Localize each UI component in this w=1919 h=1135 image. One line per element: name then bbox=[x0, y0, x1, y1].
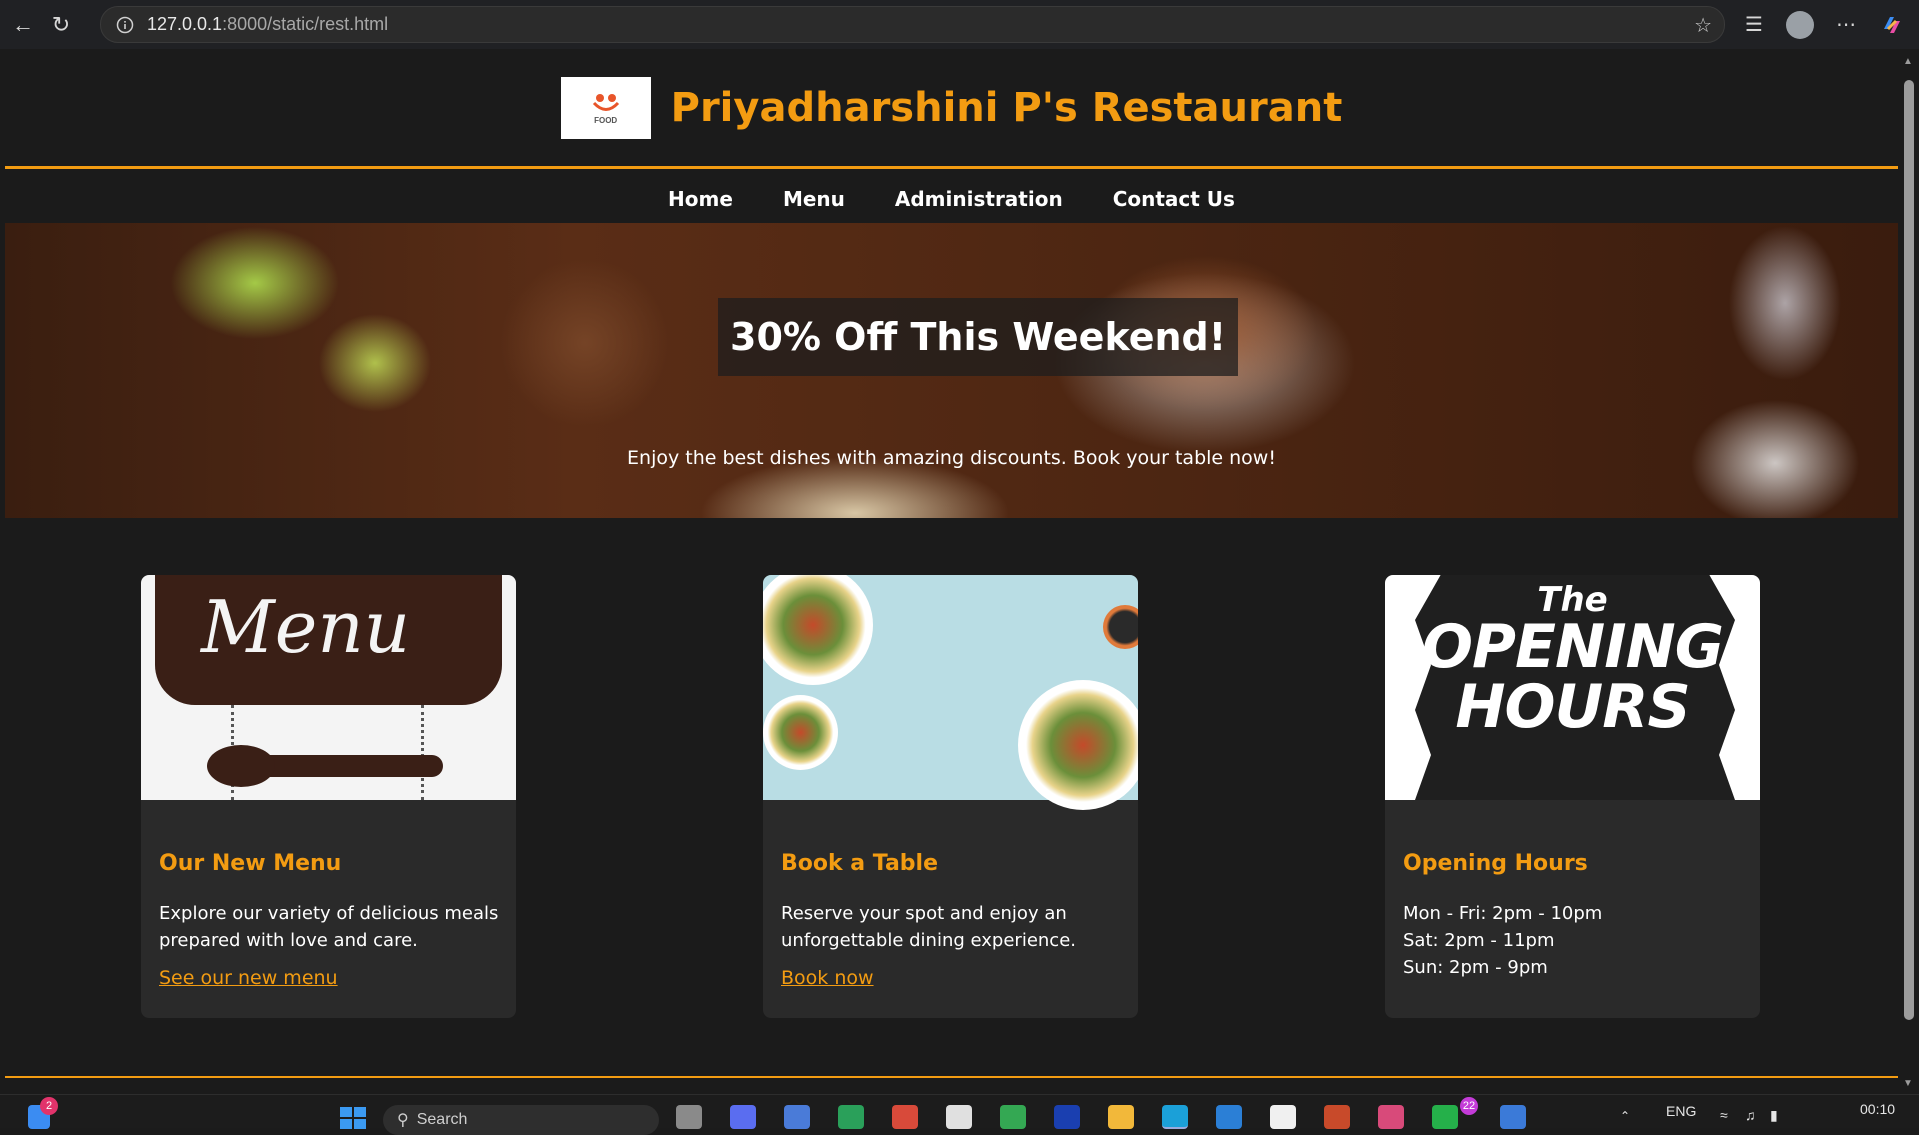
card-text: Explore our variety of delicious meals p… bbox=[159, 903, 499, 951]
volume-icon[interactable]: ♫ bbox=[1745, 1107, 1756, 1123]
nav-administration[interactable]: Administration bbox=[895, 187, 1063, 211]
file-explorer-icon[interactable] bbox=[1108, 1105, 1134, 1129]
edge-icon[interactable] bbox=[1162, 1105, 1188, 1129]
more-options-icon[interactable]: ⋯ bbox=[1831, 10, 1861, 40]
menu-sign-text: Menu bbox=[201, 585, 411, 669]
favorites-icon[interactable]: ☰ bbox=[1739, 10, 1769, 40]
clock-time[interactable]: 00:10 bbox=[1860, 1101, 1895, 1117]
play-store-icon[interactable] bbox=[1000, 1105, 1026, 1129]
copilot-icon[interactable] bbox=[1877, 10, 1907, 40]
chatgpt-icon[interactable] bbox=[1270, 1105, 1296, 1129]
browser-toolbar: ← ↻ 127.0.0.1:8000/static/rest.html ☆ ☰ … bbox=[0, 0, 1919, 49]
hero-subtitle: Enjoy the best dishes with amazing disco… bbox=[627, 447, 1276, 469]
card-text: Reserve your spot and enjoy an unforgett… bbox=[781, 903, 1076, 951]
chrome-profile-icon[interactable] bbox=[1378, 1105, 1404, 1129]
scroll-up-icon[interactable]: ▲ bbox=[1902, 56, 1914, 68]
main-nav: Home Menu Administration Contact Us bbox=[5, 172, 1898, 225]
logo-text: FOOD bbox=[594, 116, 618, 125]
wifi-icon[interactable]: ≈ bbox=[1720, 1107, 1728, 1123]
taskbar: 2 ⚲ Search 22 ⌃ ENG ≈ ♫ ▮ 00:10 bbox=[0, 1094, 1919, 1135]
site-header: FOOD Priyadharshini P's Restaurant bbox=[5, 49, 1898, 169]
favorite-star-icon[interactable]: ☆ bbox=[1694, 13, 1712, 38]
url-host: 127.0.0.1 bbox=[147, 14, 223, 34]
site-info-icon[interactable] bbox=[111, 11, 139, 39]
task-view-icon[interactable] bbox=[676, 1105, 702, 1129]
book-table-card: Book a Table Reserve your spot and enjoy… bbox=[763, 575, 1138, 1018]
card-title: Book a Table bbox=[781, 851, 939, 876]
reload-icon[interactable]: ↻ bbox=[46, 10, 76, 40]
chrome-icon[interactable] bbox=[892, 1105, 918, 1129]
scroll-thumb[interactable] bbox=[1904, 80, 1914, 1020]
search-icon: ⚲ bbox=[397, 1112, 409, 1129]
hours-saturday: Sat: 2pm - 11pm bbox=[1403, 930, 1555, 951]
scroll-down-icon[interactable]: ▼ bbox=[1902, 1078, 1914, 1090]
book-now-link[interactable]: Book now bbox=[781, 967, 874, 989]
app-icon[interactable] bbox=[784, 1105, 810, 1129]
opening-hours-image: The OPENING HOURS bbox=[1385, 575, 1760, 800]
taskbar-search[interactable]: ⚲ Search bbox=[383, 1105, 659, 1135]
app-icon[interactable] bbox=[1054, 1105, 1080, 1129]
food-plates-image bbox=[763, 575, 1138, 810]
search-placeholder: Search bbox=[416, 1111, 468, 1128]
nav-contact-us[interactable]: Contact Us bbox=[1113, 187, 1235, 211]
opening-hours-badge-text: The OPENING HOURS bbox=[1422, 580, 1724, 742]
whatsapp-icon[interactable] bbox=[1432, 1105, 1458, 1129]
menu-card: Menu Our New Menu Explore our variety of… bbox=[141, 575, 516, 1018]
copilot-app-icon[interactable] bbox=[730, 1105, 756, 1129]
language-indicator[interactable]: ENG bbox=[1666, 1103, 1696, 1119]
page-viewport: FOOD Priyadharshini P's Restaurant Home … bbox=[5, 49, 1898, 1094]
menu-sign-image: Menu bbox=[141, 575, 516, 800]
hours-sunday: Sun: 2pm - 9pm bbox=[1403, 957, 1548, 978]
notification-badge: 2 bbox=[40, 1097, 58, 1115]
whatsapp-badge: 22 bbox=[1460, 1097, 1478, 1115]
nav-home[interactable]: Home bbox=[668, 187, 733, 211]
back-icon[interactable]: ← bbox=[8, 10, 38, 40]
tray-chevron-icon[interactable]: ⌃ bbox=[1620, 1109, 1630, 1123]
hero-title: 30% Off This Weekend! bbox=[718, 298, 1239, 376]
battery-icon[interactable]: ▮ bbox=[1770, 1107, 1778, 1124]
spoon-icon bbox=[207, 745, 443, 787]
vscode-icon[interactable] bbox=[1216, 1105, 1242, 1129]
card-title: Opening Hours bbox=[1403, 851, 1588, 876]
see-menu-link[interactable]: See our new menu bbox=[159, 967, 338, 989]
profile-avatar[interactable] bbox=[1785, 10, 1815, 40]
restaurant-logo: FOOD bbox=[560, 76, 651, 139]
app-icon[interactable] bbox=[1500, 1105, 1526, 1129]
app-icon[interactable] bbox=[838, 1105, 864, 1129]
store-icon[interactable] bbox=[946, 1105, 972, 1129]
url-path: :8000/static/rest.html bbox=[222, 14, 389, 34]
footer-divider bbox=[5, 1076, 1898, 1078]
page-scrollbar[interactable]: ▲ ▼ bbox=[1900, 52, 1916, 1094]
url-text: 127.0.0.1:8000/static/rest.html bbox=[147, 14, 388, 35]
site-title: Priyadharshini P's Restaurant bbox=[670, 84, 1343, 131]
card-title: Our New Menu bbox=[159, 851, 342, 876]
start-icon[interactable] bbox=[338, 1105, 368, 1129]
nav-menu[interactable]: Menu bbox=[783, 187, 845, 211]
address-bar[interactable]: 127.0.0.1:8000/static/rest.html ☆ bbox=[100, 6, 1725, 43]
hours-weekdays: Mon - Fri: 2pm - 10pm bbox=[1403, 903, 1603, 924]
app-icon[interactable] bbox=[1324, 1105, 1350, 1129]
opening-hours-card: The OPENING HOURS Opening Hours Mon - Fr… bbox=[1385, 575, 1760, 1018]
opening-hours-list: Mon - Fri: 2pm - 10pm Sat: 2pm - 11pm Su… bbox=[1403, 900, 1743, 981]
hero-banner: 30% Off This Weekend! Enjoy the best dis… bbox=[5, 223, 1898, 518]
smiley-icon bbox=[586, 90, 626, 116]
